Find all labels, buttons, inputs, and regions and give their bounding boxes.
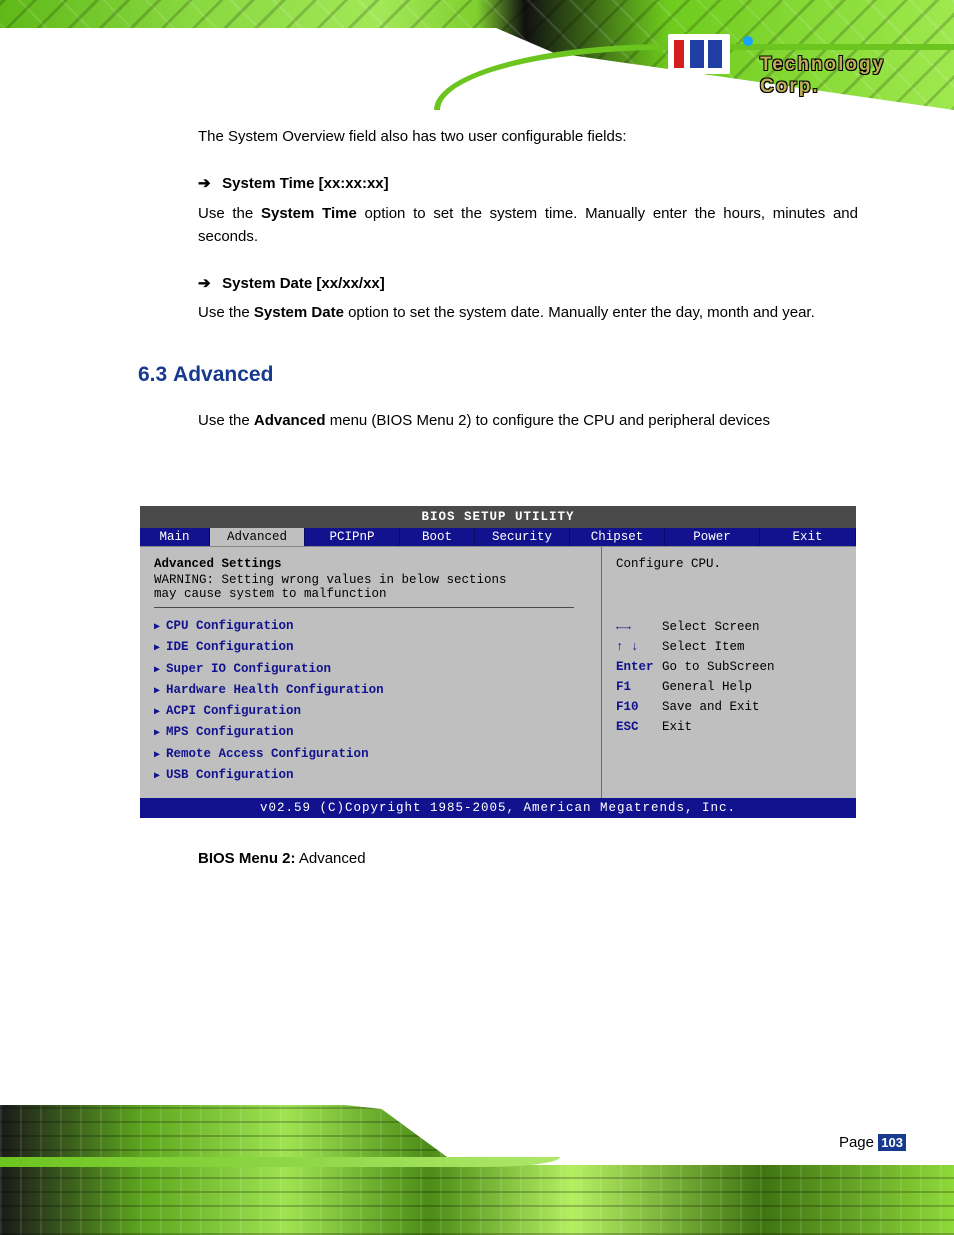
bios-tab-power[interactable]: Power: [665, 528, 760, 546]
bios-caption: BIOS Menu 2: Advanced: [198, 850, 366, 867]
key-desc: Select Item: [662, 640, 745, 654]
key-desc: General Help: [662, 680, 752, 694]
bios-panel: BIOS SETUP UTILITY Main Advanced PCIPnP …: [140, 506, 856, 818]
bios-key-legend: ←→Select Screen ↑ ↓Select Item EnterGo t…: [616, 617, 846, 737]
footer-band-accent: [0, 1157, 560, 1167]
advanced-intro: Use the Advanced menu (BIOS Menu 2) to c…: [198, 409, 858, 432]
key-symbol: ESC: [616, 717, 662, 737]
caption-text: Advanced: [296, 850, 366, 867]
bios-submenu-item[interactable]: Hardware Health Configuration: [154, 680, 591, 701]
bios-submenu-item[interactable]: ACPI Configuration: [154, 701, 591, 722]
bios-footer-bar: v02.59 (C)Copyright 1985-2005, American …: [140, 798, 856, 818]
bios-warning-1: WARNING: Setting wrong values in below s…: [154, 573, 591, 587]
bios-left-pane: Advanced Settings WARNING: Setting wrong…: [140, 547, 602, 798]
bios-tab-advanced[interactable]: Advanced: [210, 528, 305, 546]
field-system-time-heading: ➔ System Time [xx:xx:xx]: [198, 172, 858, 195]
page-number: 103: [878, 1134, 906, 1151]
bios-help-text: Configure CPU.: [616, 557, 846, 571]
key-symbol: ↑ ↓: [616, 637, 662, 657]
key-symbol: F1: [616, 677, 662, 697]
bios-tab-exit[interactable]: Exit: [760, 528, 856, 546]
arrow-right-icon: ➔: [198, 272, 214, 295]
key-row: EnterGo to SubScreen: [616, 657, 846, 677]
field-system-time-desc: Use the System Time option to set the sy…: [198, 202, 858, 249]
page-label: Page: [839, 1134, 874, 1151]
divider: [154, 607, 574, 608]
bios-tab-boot[interactable]: Boot: [400, 528, 475, 546]
bios-right-pane: Configure CPU. ←→Select Screen ↑ ↓Select…: [602, 547, 856, 798]
key-symbol: ←→: [616, 617, 662, 637]
bios-title-bar: BIOS SETUP UTILITY: [140, 506, 856, 528]
bios-submenu-item[interactable]: IDE Configuration: [154, 637, 591, 658]
key-desc: Save and Exit: [662, 700, 760, 714]
bios-tab-chipset[interactable]: Chipset: [570, 528, 665, 546]
key-row: ESCExit: [616, 717, 846, 737]
section-number: 6.3: [138, 363, 167, 386]
key-row: F1General Help: [616, 677, 846, 697]
key-row: F10Save and Exit: [616, 697, 846, 717]
intro-paragraph: The System Overview field also has two u…: [198, 125, 858, 148]
key-desc: Select Screen: [662, 620, 760, 634]
key-desc: Go to SubScreen: [662, 660, 775, 674]
bios-submenu-item[interactable]: USB Configuration: [154, 765, 591, 786]
bios-submenu-item[interactable]: Super IO Configuration: [154, 659, 591, 680]
bios-tab-security[interactable]: Security: [475, 528, 570, 546]
bios-submenu-item[interactable]: CPU Configuration: [154, 616, 591, 637]
bios-left-heading: Advanced Settings: [154, 557, 591, 571]
field-system-date-desc: Use the System Date option to set the sy…: [198, 301, 858, 324]
bios-submenu-item[interactable]: Remote Access Configuration: [154, 744, 591, 765]
field-system-date-heading: ➔ System Date [xx/xx/xx]: [198, 272, 858, 295]
text: Use the: [198, 304, 254, 321]
section-title: Advanced: [173, 363, 273, 386]
text: Use the: [198, 412, 254, 429]
text: menu (BIOS Menu 2) to configure the CPU …: [326, 412, 770, 429]
registered-mark: ®: [736, 78, 745, 92]
key-desc: Exit: [662, 720, 692, 734]
text: option to set the system date. Manually …: [344, 304, 815, 321]
text-bold: System Date: [254, 304, 344, 321]
header-banner: ® Technology Corp.: [0, 0, 954, 110]
brand-text: Technology Corp.: [760, 54, 928, 98]
logo-dot-icon: [743, 36, 753, 46]
page-content: The System Overview field also has two u…: [198, 125, 858, 456]
arrow-right-icon: ➔: [198, 172, 214, 195]
field-label: System Time [xx:xx:xx]: [222, 175, 388, 192]
bios-body: Advanced Settings WARNING: Setting wrong…: [140, 546, 856, 798]
bios-warning-2: may cause system to malfunction: [154, 587, 591, 601]
iei-logo-icon: [668, 34, 730, 74]
key-symbol: F10: [616, 697, 662, 717]
section-heading-advanced: 6.3 Advanced: [138, 359, 858, 392]
bios-tab-bar: Main Advanced PCIPnP Boot Security Chips…: [140, 528, 856, 546]
caption-bold: BIOS Menu 2:: [198, 850, 296, 867]
brand-logo: ® Technology Corp.: [668, 34, 928, 84]
bios-submenu-item[interactable]: MPS Configuration: [154, 722, 591, 743]
bios-tab-pcipnp[interactable]: PCIPnP: [305, 528, 400, 546]
key-row: ←→Select Screen: [616, 617, 846, 637]
text-bold: System Time: [261, 205, 357, 222]
bios-tab-main[interactable]: Main: [140, 528, 210, 546]
key-symbol: Enter: [616, 657, 662, 677]
text-bold: Advanced: [254, 412, 326, 429]
key-row: ↑ ↓Select Item: [616, 637, 846, 657]
text: Use the: [198, 205, 261, 222]
bios-submenu-list: CPU Configuration IDE Configuration Supe…: [154, 616, 591, 786]
field-label: System Date [xx/xx/xx]: [222, 275, 385, 292]
